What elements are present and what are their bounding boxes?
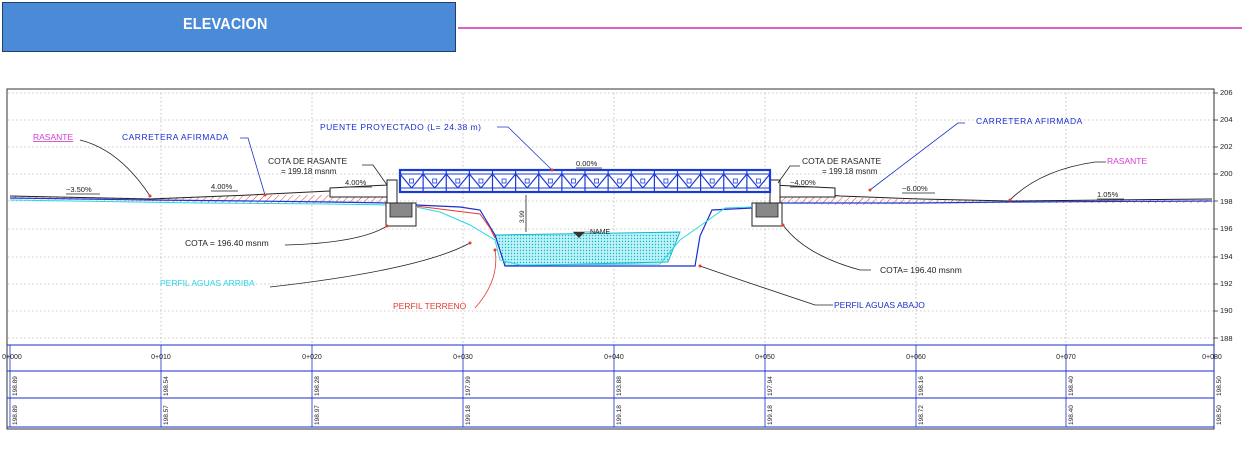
cota-label-right: COTA= 196.40 msnm	[880, 265, 962, 275]
water-area	[494, 231, 681, 267]
elev-label: 202	[1220, 142, 1233, 151]
cota-rasante-right-line1: COTA DE RASANTE	[802, 156, 882, 166]
station-label: 0+030	[453, 354, 473, 361]
rasante-value: 198.89	[12, 405, 19, 425]
slope-label: 0.00%	[576, 159, 598, 168]
station-label: 0+080	[1202, 354, 1222, 361]
rasante-value: 198.57	[163, 405, 170, 425]
rasante-value: 198.40	[1068, 405, 1075, 425]
cota-rasante-left-line2: = 199.18 msnm	[281, 167, 337, 176]
cota-rasante-left-line1: COTA DE RASANTE	[268, 156, 348, 166]
elev-label: 192	[1220, 279, 1233, 288]
rasante-value: 198.50	[1216, 405, 1223, 425]
station-label: 0+050	[755, 354, 775, 361]
bridge-truss	[398, 168, 772, 194]
terreno-value: 198.40	[1068, 376, 1075, 396]
elev-label: 200	[1220, 169, 1233, 178]
rasante-value: 199.18	[616, 405, 623, 425]
station-label: 0+020	[302, 354, 322, 361]
terreno-value: 198.28	[314, 376, 321, 396]
terreno-value: 193.88	[616, 376, 623, 396]
rasante-value: 199.18	[767, 405, 774, 425]
terreno-value: 198.89	[12, 376, 19, 396]
slope-label: 4.00%	[211, 182, 233, 191]
carretera-label-left: CARRETERA AFIRMADA	[122, 132, 229, 142]
clearance-label: 3.99	[519, 210, 526, 223]
station-label: 0+000	[2, 354, 22, 361]
rasante-label-right: RASANTE	[1107, 156, 1147, 166]
rasante-value: 198.72	[918, 405, 925, 425]
elev-label: 206	[1220, 88, 1233, 97]
slope-label: −6.00%	[902, 184, 928, 193]
slope-label: 1.05%	[1097, 190, 1119, 199]
rasante-value: 198.97	[314, 405, 321, 425]
perfil-arriba-label: PERFIL AGUAS ARRIBA	[160, 278, 255, 288]
elev-label: 190	[1220, 306, 1233, 315]
puente-label: PUENTE PROYECTADO (L= 24.38 m)	[320, 122, 482, 132]
rasante-value: 199.18	[465, 405, 472, 425]
name-label: NAME	[590, 229, 611, 236]
terreno-value: 197.94	[767, 376, 774, 396]
elev-label: 194	[1220, 252, 1233, 261]
elev-label: 196	[1220, 224, 1233, 233]
terreno-value: 198.16	[918, 376, 925, 396]
cota-label-left: COTA = 196.40 msnm	[185, 238, 269, 248]
terreno-value: 198.54	[163, 376, 170, 396]
station-label: 0+060	[906, 354, 926, 361]
elevation-drawing: 206 204 202 200 198 196 194 192 190 188	[2, 88, 1233, 430]
terreno-value: 198.50	[1216, 376, 1223, 396]
slope-label: 4.00%	[345, 178, 367, 187]
rasante-label-left: RASANTE	[33, 132, 73, 142]
terreno-value: 197.99	[465, 376, 472, 396]
station-label: 0+040	[604, 354, 624, 361]
elev-label: 204	[1220, 115, 1233, 124]
slope-label: −4.00%	[790, 178, 816, 187]
station-label: 0+070	[1056, 354, 1076, 361]
perfil-terreno-label: PERFIL TERRENO	[393, 301, 467, 311]
perfil-abajo-label: PERFIL AGUAS ABAJO	[834, 300, 925, 310]
carretera-label-right: CARRETERA AFIRMADA	[976, 116, 1083, 126]
slope-label: −3.50%	[66, 185, 92, 194]
station-label: 0+010	[151, 354, 171, 361]
elev-label: 198	[1220, 197, 1233, 206]
grid-lines	[8, 92, 1214, 345]
elev-label: 188	[1220, 334, 1233, 343]
cota-rasante-right-line2: = 199.18 msnm	[822, 167, 878, 176]
